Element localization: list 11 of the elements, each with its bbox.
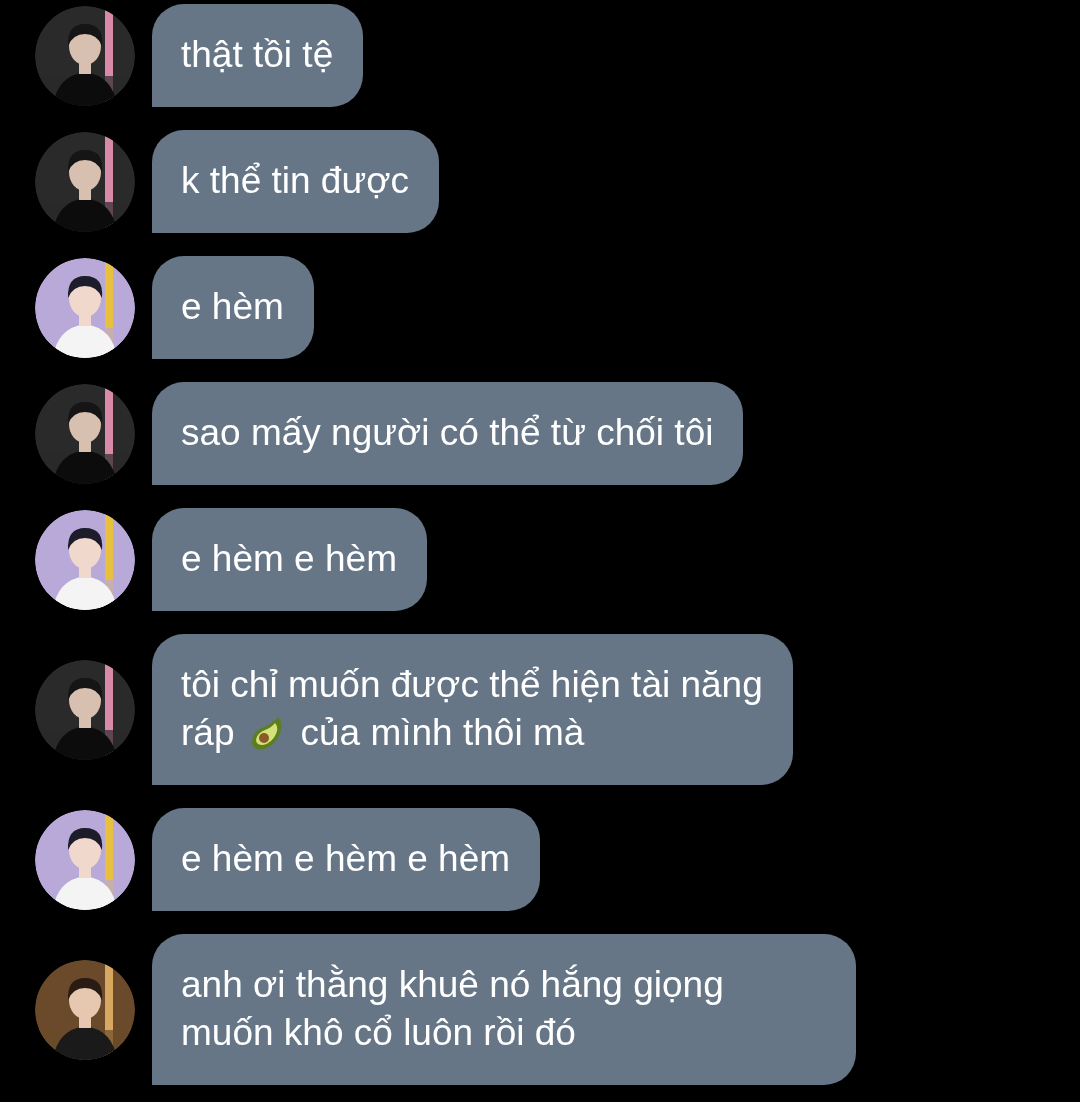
message-text: sao mấy người có thể từ chối tôi [181, 411, 714, 455]
message-text: của mình thôi mà [300, 711, 585, 755]
message-text: e hèm e hèm e hèm [181, 837, 511, 881]
message-text: anh ơi thằng khuê nó hắng giọng muốn khô cổ luôn rồi đó [181, 963, 725, 1055]
message-text: ráp [181, 711, 235, 755]
avocado-icon [250, 715, 285, 751]
message-text: thật tồi tệ [181, 33, 334, 77]
message-text: e hèm [181, 285, 284, 329]
message-text: e hèm e hèm [181, 537, 397, 581]
message-text: k thể tin được [181, 159, 409, 203]
message-text: tôi chỉ muốn được thể hiện tài năng [181, 663, 763, 707]
